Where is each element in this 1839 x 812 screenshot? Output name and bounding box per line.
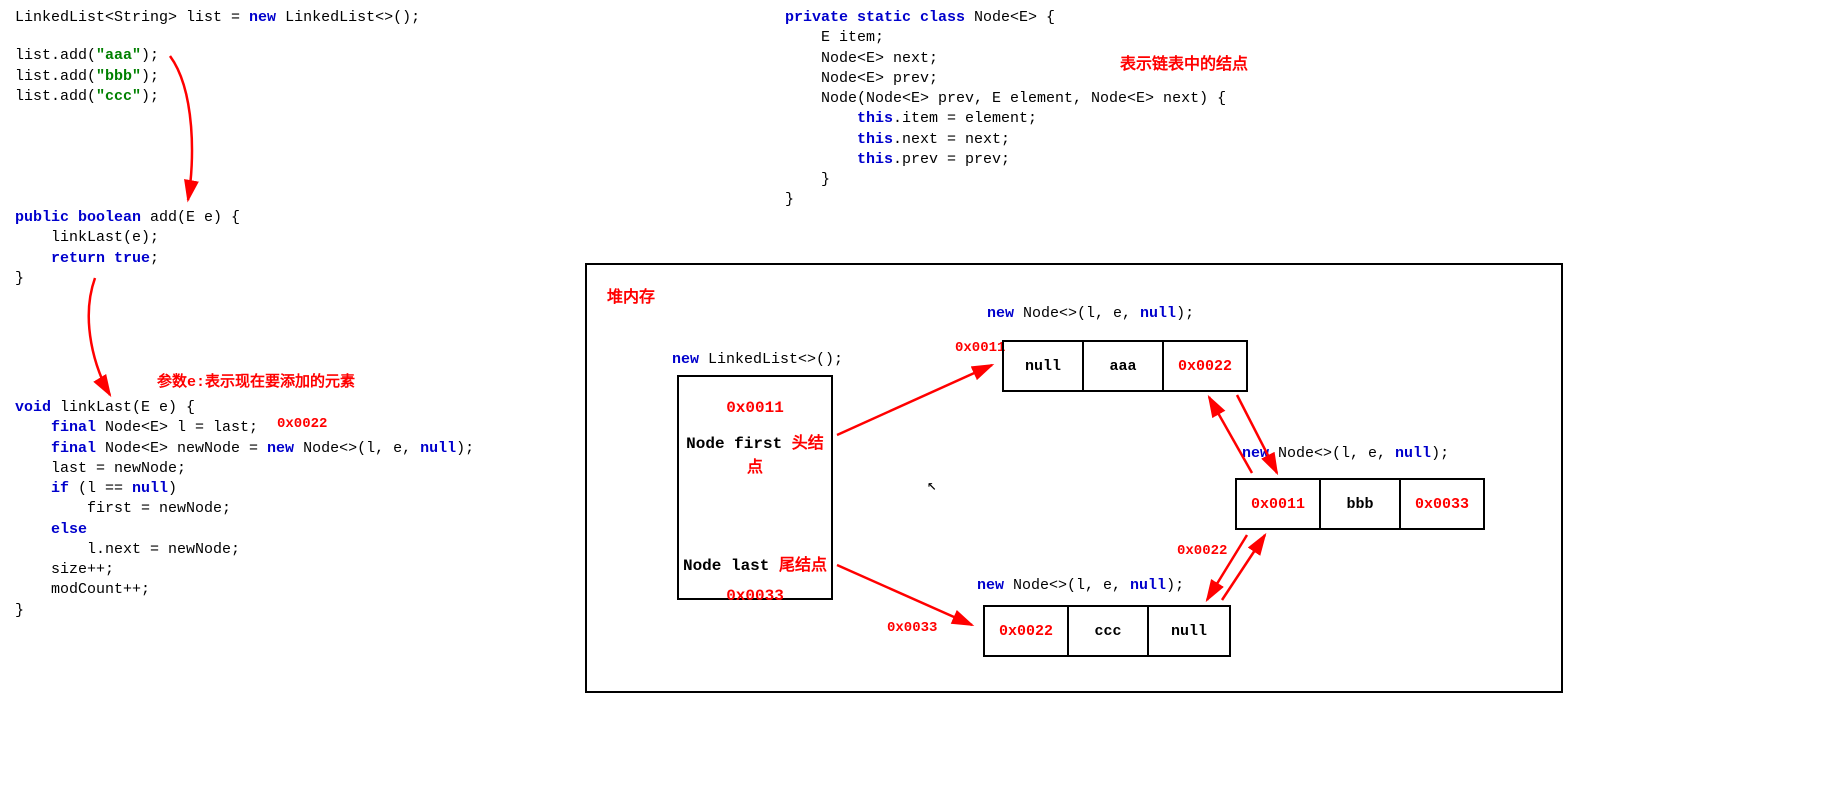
nodeB-item: bbb xyxy=(1321,480,1401,528)
ll-first-address: 0x0011 xyxy=(679,395,831,421)
code-snippet-nodeclass: private static class Node<E> { E item; N… xyxy=(785,8,1226,211)
nodeC-next: null xyxy=(1149,607,1229,655)
annotation-param-e: 参数e:表示现在要添加的元素 xyxy=(157,370,355,391)
heap-nodeB-new: new Node<>(l, e, null); xyxy=(1242,445,1449,462)
nodeA-item: aaa xyxy=(1084,342,1164,390)
code-snippet-listadd: LinkedList<String> list = new LinkedList… xyxy=(15,8,420,107)
annotation-node-class: 表示链表中的结点 xyxy=(1120,50,1248,74)
nodeB-prev: 0x0011 xyxy=(1237,480,1321,528)
nodeB-addr-label: 0x0022 xyxy=(1177,543,1227,559)
code-snippet-linklast: void linkLast(E e) { final Node<E> l = l… xyxy=(15,398,474,621)
heap-linkedlist-new: new LinkedList<>(); xyxy=(672,351,843,368)
heap-nodeA-new: new Node<>(l, e, null); xyxy=(987,305,1194,322)
code-snippet-add: public boolean add(E e) { linkLast(e); r… xyxy=(15,208,240,289)
nodeC-item: ccc xyxy=(1069,607,1149,655)
nodeA-prev: null xyxy=(1004,342,1084,390)
nodeC-box: 0x0022 ccc null xyxy=(983,605,1231,657)
nodeB-next: 0x0033 xyxy=(1401,480,1483,528)
nodeB-box: 0x0011 bbb 0x0033 xyxy=(1235,478,1485,530)
nodeC-addr-label: 0x0033 xyxy=(887,620,937,636)
nodeA-box: null aaa 0x0022 xyxy=(1002,340,1248,392)
nodeA-next: 0x0022 xyxy=(1164,342,1246,390)
nodeC-prev: 0x0022 xyxy=(985,607,1069,655)
cursor-icon: ↖ xyxy=(927,475,937,495)
ll-last-address: 0x0033 xyxy=(679,583,831,609)
linkedlist-object-box: 0x0011 Node first 头结点 Node last 尾结点 0x00… xyxy=(677,375,833,600)
heap-nodeC-new: new Node<>(l, e, null); xyxy=(977,577,1184,594)
heap-memory-box: 堆内存 new LinkedList<>(); 0x0011 Node firs… xyxy=(585,263,1563,693)
heap-title: 堆内存 xyxy=(607,283,655,307)
nodeA-addr-label: 0x0011 xyxy=(955,340,1005,356)
